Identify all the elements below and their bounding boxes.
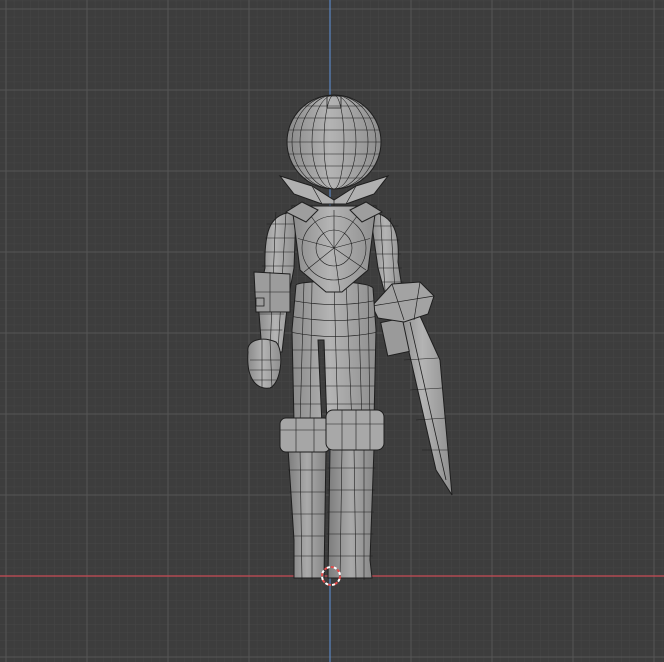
3d-viewport[interactable] <box>0 0 664 662</box>
right-boot-cuff <box>325 409 385 451</box>
left-boot-cuff <box>279 417 331 453</box>
head[interactable] <box>286 94 382 190</box>
right-arm[interactable] <box>369 210 435 323</box>
right-boot[interactable] <box>325 409 385 580</box>
character-model[interactable] <box>0 0 664 662</box>
pants[interactable] <box>290 281 380 426</box>
fist <box>247 338 282 389</box>
left-arm[interactable] <box>247 210 298 389</box>
torso[interactable] <box>284 201 384 293</box>
sword[interactable] <box>380 315 453 496</box>
left-boot[interactable] <box>279 417 331 580</box>
